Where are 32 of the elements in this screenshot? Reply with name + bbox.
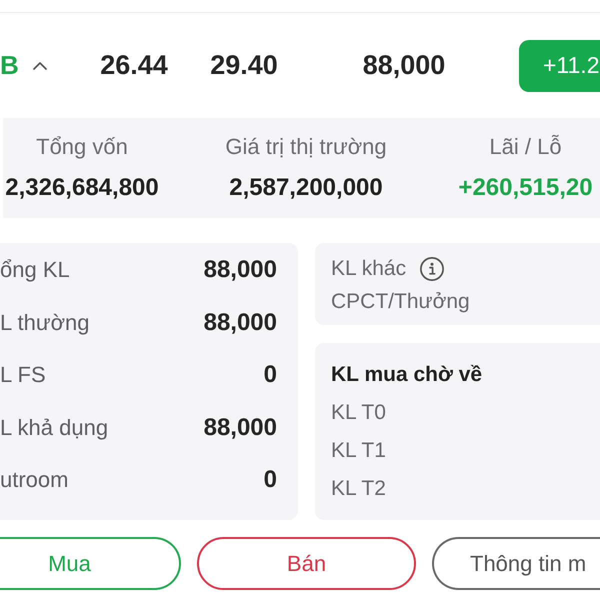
other-volume-title: KL khác	[331, 256, 406, 282]
volume-label: utroom	[0, 467, 68, 494]
summary-value: 2,326,684,800	[5, 174, 159, 202]
summary-value: 2,587,200,000	[229, 174, 383, 202]
info-icon[interactable]	[420, 256, 444, 280]
volume-label: ổng KL	[0, 257, 70, 284]
summary-value: +260,515,20	[458, 174, 593, 202]
volume-label: L khả dụng	[0, 414, 108, 441]
volume-value: 88,000	[204, 414, 277, 442]
volume-label: L FS	[0, 362, 46, 388]
chevron-up-icon[interactable]	[32, 62, 47, 70]
volume-value: 0	[264, 361, 277, 390]
volume-value: 88,000	[204, 256, 277, 284]
summary-label: Giá trị thị trường	[225, 134, 387, 160]
volume-value: 0	[264, 466, 277, 494]
info-button[interactable]: Thông tin m	[432, 537, 600, 590]
stock-symbol: B	[0, 50, 19, 81]
quantity: 88,000	[362, 50, 446, 81]
pending-volume-label: KL T1	[331, 438, 386, 464]
change-badge: +11.2	[519, 40, 600, 92]
volume-value: 88,000	[204, 308, 277, 337]
summary-label: Lãi / Lỗ	[489, 134, 562, 160]
market-price: 29.40	[209, 50, 279, 81]
sell-button[interactable]: Bán	[197, 537, 416, 590]
average-price: 26.44	[99, 50, 169, 81]
summary-label: Tổng vốn	[36, 134, 128, 160]
volume-label: L thường	[0, 310, 90, 336]
pending-volume-title: KL mua chờ về	[331, 362, 482, 388]
buy-button[interactable]: Mua	[0, 537, 181, 590]
pending-volume-label: KL T0	[331, 400, 386, 426]
other-volume-label: CPCT/Thưởng	[331, 289, 470, 315]
pending-volume-label: KL T2	[331, 476, 386, 502]
